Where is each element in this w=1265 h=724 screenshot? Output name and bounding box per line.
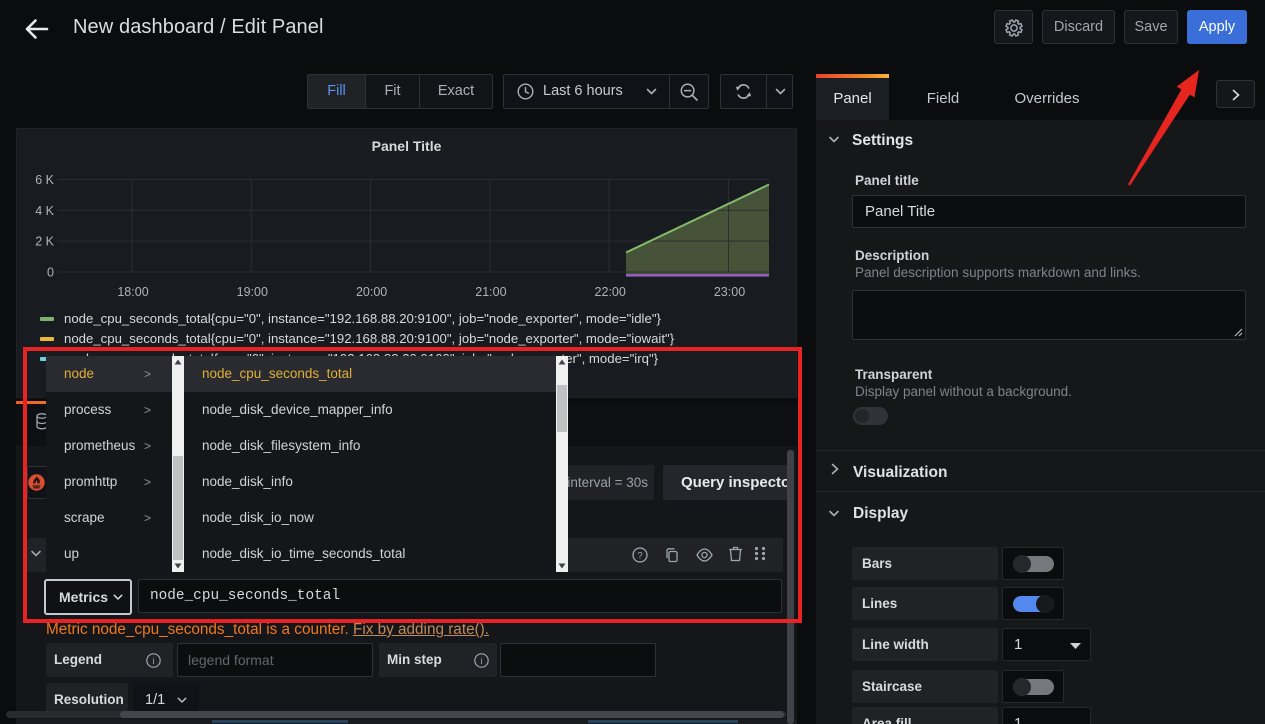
svg-text:20:00: 20:00 xyxy=(356,285,387,299)
svg-text:6 K: 6 K xyxy=(35,173,54,187)
svg-text:18:00: 18:00 xyxy=(117,285,148,299)
svg-text:i: i xyxy=(153,656,155,666)
svg-text:21:00: 21:00 xyxy=(475,285,506,299)
svg-text:4 K: 4 K xyxy=(35,204,54,218)
svg-text:0: 0 xyxy=(47,266,54,280)
svg-text:2 K: 2 K xyxy=(35,235,54,249)
svg-text:23:00: 23:00 xyxy=(714,285,745,299)
svg-text:19:00: 19:00 xyxy=(237,285,268,299)
svg-text:i: i xyxy=(481,656,483,666)
svg-text:22:00: 22:00 xyxy=(595,285,626,299)
